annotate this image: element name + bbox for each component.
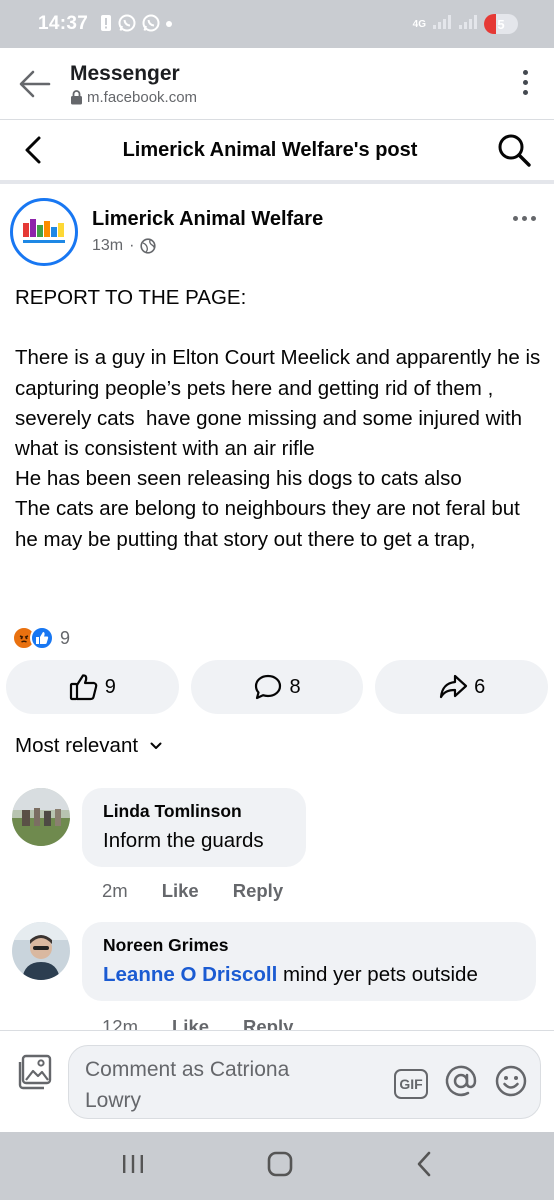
status-time: 14:37 — [38, 13, 89, 34]
comment-like-button[interactable]: Like — [162, 880, 199, 902]
lock-icon — [71, 89, 82, 104]
comment-composer: Comment as Catriona Lowry GIF — [0, 1030, 554, 1130]
back-button[interactable] — [0, 120, 66, 180]
chevron-left-icon — [25, 136, 41, 164]
comment-author[interactable]: Linda Tomlinson — [103, 801, 286, 822]
comment: Linda Tomlinson Inform the guards 2m Lik… — [12, 788, 542, 908]
comment-input[interactable]: Comment as Catriona Lowry GIF — [68, 1045, 541, 1119]
reactions-summary[interactable]: 9 — [12, 626, 70, 650]
thumbs-up-icon — [69, 674, 98, 701]
like-button[interactable]: 9 — [6, 660, 179, 714]
comment-author[interactable]: Noreen Grimes — [103, 935, 516, 956]
network-type: 4G — [412, 18, 426, 30]
browser-menu-button[interactable] — [523, 70, 528, 95]
comment-text: Leanne O Driscoll mind yer pets outside — [103, 963, 516, 987]
post-time[interactable]: 13m — [92, 237, 123, 255]
comment-icon — [255, 674, 282, 700]
like-reaction-icon — [30, 626, 54, 650]
signal-icon — [458, 14, 478, 35]
browser-back-button[interactable] — [0, 48, 70, 120]
comment-bubble[interactable]: Noreen Grimes Leanne O Driscoll mind yer… — [82, 922, 536, 1001]
comment-sort-selector[interactable]: Most relevant — [15, 734, 162, 758]
system-nav-bar — [0, 1132, 554, 1200]
gif-button[interactable]: GIF — [394, 1068, 428, 1099]
battery-icon: 5 — [484, 14, 518, 34]
alert-icon — [100, 14, 112, 34]
comment-mention[interactable]: Leanne O Driscoll — [103, 963, 277, 986]
like-count: 9 — [104, 675, 116, 698]
comment-button[interactable]: 8 — [190, 660, 364, 714]
comment-actions: 12m Like Reply — [102, 1016, 293, 1030]
recent-apps-icon — [123, 1154, 143, 1173]
browser-url: m.facebook.com — [70, 89, 197, 106]
whatsapp-icon — [118, 14, 136, 35]
status-bar: 14:37 4G 5 — [0, 0, 554, 48]
whatsapp-icon — [142, 14, 160, 35]
comment-text: Inform the guards — [103, 829, 264, 852]
comment-time: 12m — [102, 1016, 138, 1030]
avatar[interactable] — [12, 922, 70, 980]
comment-bubble[interactable]: Linda Tomlinson Inform the guards — [82, 788, 306, 867]
comment-body: mind yer pets outside — [277, 963, 478, 986]
arrow-left-icon — [19, 70, 51, 97]
globe-icon — [140, 238, 157, 254]
emoji-icon — [495, 1065, 527, 1097]
comment-like-button[interactable]: Like — [172, 1016, 209, 1030]
signal-icon — [432, 14, 452, 35]
mention-button[interactable] — [444, 1064, 478, 1103]
system-back-button[interactable] — [414, 1150, 434, 1183]
page-avatar[interactable] — [10, 198, 78, 266]
meta-separator: · — [129, 237, 135, 254]
avatar[interactable] — [12, 788, 70, 846]
battery-level: 5 — [497, 16, 505, 32]
comment-reply-button[interactable]: Reply — [243, 1016, 293, 1030]
share-icon — [440, 674, 468, 699]
emoji-button[interactable] — [494, 1064, 528, 1103]
comment-time: 2m — [102, 880, 128, 901]
logo-icon — [23, 219, 65, 243]
url-text: m.facebook.com — [87, 88, 198, 106]
comment-actions: 2m Like Reply — [102, 880, 283, 902]
post-header: Limerick Animal Welfare's post — [0, 120, 554, 184]
recent-apps-button[interactable] — [120, 1152, 146, 1181]
photo-icon — [18, 1054, 52, 1090]
post-more-button[interactable] — [513, 216, 536, 221]
post-author-row: Limerick Animal Welfare 13m · — [10, 198, 544, 272]
search-icon — [498, 134, 531, 167]
more-notifications-dot — [166, 21, 173, 27]
post-actions: 9 8 6 — [6, 660, 549, 714]
browser-title: Messenger — [70, 61, 180, 85]
page-title: Limerick Animal Welfare's post — [122, 138, 418, 161]
home-button[interactable] — [266, 1150, 294, 1183]
back-icon — [417, 1151, 431, 1176]
add-photo-button[interactable] — [16, 1053, 54, 1096]
home-icon — [267, 1151, 293, 1176]
reaction-count: 9 — [60, 627, 71, 648]
sort-label: Most relevant — [15, 734, 139, 757]
post-author[interactable]: Limerick Animal Welfare — [92, 208, 323, 231]
comment: Noreen Grimes Leanne O Driscoll mind yer… — [12, 922, 542, 1030]
post-text: REPORT TO THE PAGE: There is a guy in El… — [15, 286, 541, 551]
comment-count: 8 — [289, 675, 301, 698]
chevron-down-icon — [150, 742, 162, 749]
at-icon — [445, 1065, 477, 1097]
share-button[interactable]: 6 — [375, 660, 549, 714]
browser-bar: Messenger m.facebook.com — [0, 48, 554, 120]
notification-icons — [100, 14, 173, 35]
post-meta: 13m · — [92, 237, 323, 255]
system-icons: 4G 5 — [413, 14, 518, 35]
search-button[interactable] — [474, 120, 554, 180]
comment-placeholder: Comment as Catriona Lowry — [85, 1058, 290, 1112]
comment-reply-button[interactable]: Reply — [233, 880, 283, 902]
share-count: 6 — [474, 675, 486, 698]
